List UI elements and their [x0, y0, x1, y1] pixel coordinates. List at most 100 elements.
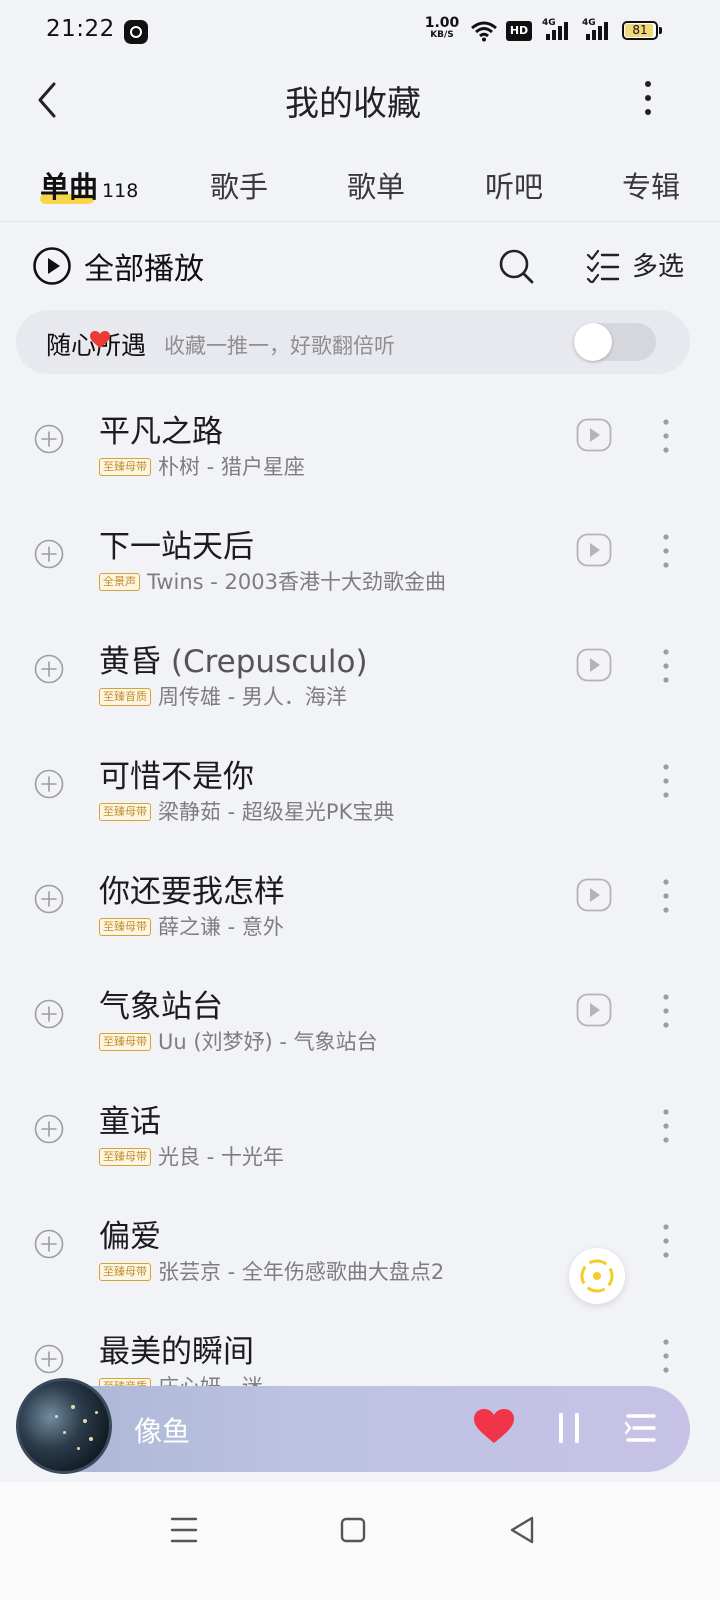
more-vertical-icon — [663, 1109, 669, 1143]
home-button[interactable] — [333, 1510, 373, 1550]
multi-select-button[interactable]: 多选 — [586, 246, 684, 283]
play-mv-button[interactable] — [576, 878, 612, 912]
locate-current-song-button[interactable] — [569, 1248, 625, 1304]
pause-icon — [559, 1413, 579, 1443]
song-row[interactable]: 童话 至臻母带 光良 - 十光年 — [0, 1070, 720, 1185]
tab-songs[interactable]: 单曲 118 — [40, 164, 138, 206]
song-artist-album: 朴树 - 猎户星座 — [158, 455, 305, 479]
playlist-button[interactable] — [624, 1410, 658, 1446]
more-vertical-icon — [663, 994, 669, 1028]
play-circle-icon — [33, 247, 71, 285]
more-options-button[interactable] — [630, 76, 666, 120]
song-title-text: 黄昏 — [99, 644, 161, 680]
add-to-playlist-button[interactable] — [34, 654, 64, 684]
song-artist-album: 薛之谦 - 意外 — [158, 915, 284, 939]
tab-artists[interactable]: 歌手 — [210, 164, 268, 206]
song-more-button[interactable] — [652, 1221, 680, 1261]
add-to-playlist-button[interactable] — [34, 769, 64, 799]
tab-bar: 单曲 118 歌手 歌单 听吧 专辑 — [0, 150, 720, 222]
song-row[interactable]: 可惜不是你 至臻母带 梁静茹 - 超级星光PK宝典 — [0, 725, 720, 840]
quality-badge: 至臻母带 — [99, 1263, 151, 1281]
song-more-button[interactable] — [652, 1336, 680, 1376]
play-mv-button[interactable] — [576, 648, 612, 682]
toggle-knob — [574, 323, 612, 361]
add-circle-icon — [34, 539, 64, 569]
play-mv-button[interactable] — [576, 533, 612, 567]
add-to-playlist-button[interactable] — [34, 1229, 64, 1259]
battery-icon: 81 — [622, 21, 662, 40]
song-artist-album: 周传雄 - 男人．海洋 — [158, 685, 347, 709]
song-more-button[interactable] — [652, 1106, 680, 1146]
search-button[interactable] — [496, 246, 536, 286]
quality-badge: 至臻母带 — [99, 458, 151, 476]
video-play-icon — [576, 418, 612, 452]
more-vertical-icon — [663, 419, 669, 453]
locate-icon — [580, 1259, 614, 1293]
song-more-button[interactable] — [652, 416, 680, 456]
add-to-playlist-button[interactable] — [34, 539, 64, 569]
song-artist-album: 梁静茹 - 超级星光PK宝典 — [158, 800, 395, 824]
song-row[interactable]: 最美的瞬间 至臻音质 庄心妍 - 迷 — [0, 1300, 720, 1388]
song-title-text: 平凡之路 — [99, 414, 223, 450]
triangle-back-icon — [510, 1516, 534, 1544]
signal-strength-icon: 4G — [542, 18, 572, 48]
add-to-playlist-button[interactable] — [34, 884, 64, 914]
battery-level: 81 — [632, 23, 648, 37]
add-circle-icon — [34, 1344, 64, 1374]
song-title: 最美的瞬间 — [99, 1326, 254, 1371]
video-play-icon — [576, 648, 612, 682]
add-to-playlist-button[interactable] — [34, 1114, 64, 1144]
page-title: 我的收藏 — [285, 84, 421, 124]
song-row[interactable]: 下一站天后 全景声 Twins - 2003香港十大劲歌金曲 — [0, 495, 720, 610]
song-more-button[interactable] — [652, 531, 680, 571]
song-more-button[interactable] — [652, 991, 680, 1031]
song-more-button[interactable] — [652, 761, 680, 801]
song-title: 偏爱 — [99, 1211, 161, 1256]
play-all-button[interactable]: 全部播放 — [32, 244, 204, 288]
random-discovery-card: 随心所遇 收藏一推一，好歌翻倍听 — [16, 310, 690, 374]
hd-voice-icon: HD — [506, 21, 532, 41]
song-artist-album: Twins - 2003香港十大劲歌金曲 — [147, 570, 446, 594]
status-time: 21:22 — [46, 16, 115, 42]
network-speed: 1.00 KB/S — [424, 16, 460, 41]
play-all-label: 全部播放 — [84, 252, 204, 287]
song-title-latin: (Crepusculo) — [170, 644, 368, 680]
song-title: 下一站天后 — [99, 521, 254, 566]
multi-select-label: 多选 — [632, 252, 685, 282]
song-title-text: 最美的瞬间 — [99, 1334, 254, 1370]
song-more-button[interactable] — [652, 646, 680, 686]
wifi-icon — [471, 21, 497, 42]
tab-albums[interactable]: 专辑 — [622, 164, 680, 206]
play-mv-button[interactable] — [576, 418, 612, 452]
more-vertical-icon — [663, 649, 669, 683]
song-list[interactable]: 平凡之路 至臻母带 朴树 - 猎户星座 下一站天后 全景声 Twins - 2003香港十… — [0, 380, 720, 1388]
add-to-playlist-button[interactable] — [34, 999, 64, 1029]
album-cover[interactable] — [16, 1378, 112, 1474]
add-circle-icon — [34, 999, 64, 1029]
song-row[interactable]: 黄昏 (Crepusculo) 至臻音质 周传雄 - 男人．海洋 — [0, 610, 720, 725]
song-row[interactable]: 气象站台 至臻母带 Uu (刘梦妤) - 气象站台 — [0, 955, 720, 1070]
more-vertical-icon — [663, 764, 669, 798]
random-discovery-toggle[interactable] — [574, 323, 656, 361]
add-to-playlist-button[interactable] — [34, 1344, 64, 1374]
tab-playlists[interactable]: 歌单 — [347, 164, 405, 206]
song-more-button[interactable] — [652, 876, 680, 916]
system-back-button[interactable] — [503, 1510, 543, 1550]
search-icon — [499, 249, 534, 284]
random-discovery-subtitle: 收藏一推一，好歌翻倍听 — [164, 334, 395, 358]
app-notification-icon — [124, 20, 148, 44]
play-mv-button[interactable] — [576, 993, 612, 1027]
tab-count: 118 — [102, 180, 139, 202]
more-vertical-icon — [663, 1339, 669, 1373]
song-row[interactable]: 平凡之路至臻母带 朴树 - 猎户星座 — [0, 380, 720, 495]
heart-icon — [90, 331, 110, 348]
like-button[interactable] — [474, 1408, 514, 1446]
mini-player[interactable]: 像鱼 — [16, 1378, 690, 1474]
song-row[interactable]: 你还要我怎样 至臻母带 薛之谦 - 意外 — [0, 840, 720, 955]
recent-apps-button[interactable] — [164, 1510, 204, 1550]
pause-button[interactable] — [554, 1410, 584, 1446]
tab-tingba[interactable]: 听吧 — [485, 164, 543, 206]
add-to-playlist-button[interactable] — [34, 424, 64, 454]
status-bar: 21:22 1.00 KB/S HD 4G 4G 81 — [0, 0, 720, 62]
song-title: 黄昏 (Crepusculo) — [99, 636, 368, 681]
